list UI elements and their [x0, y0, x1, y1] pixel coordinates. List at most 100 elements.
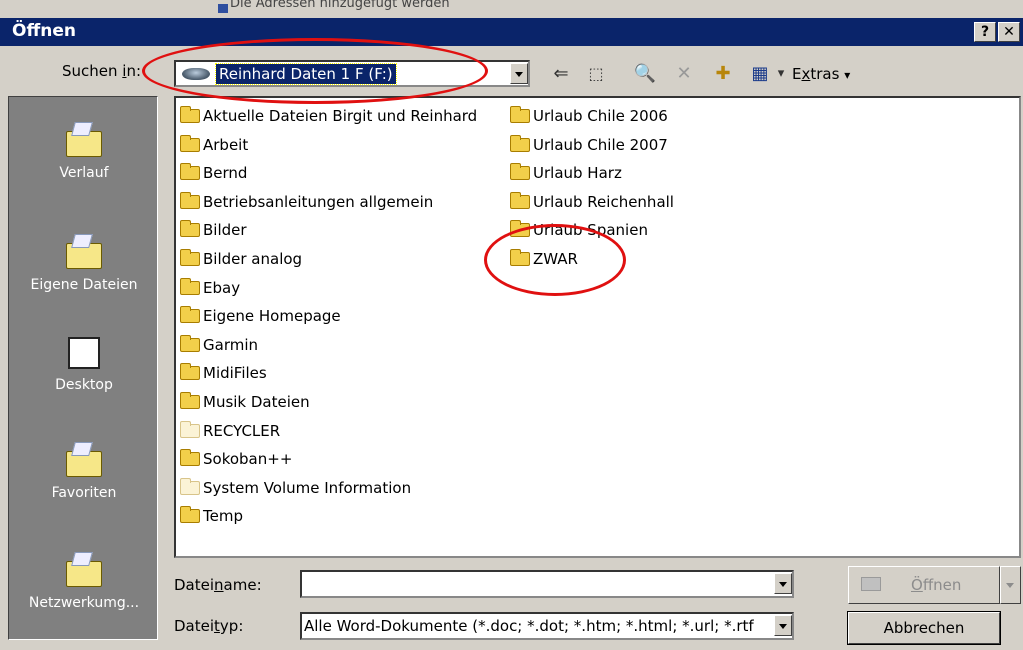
- folder-item[interactable]: Bilder: [180, 218, 247, 242]
- place-label: Desktop: [55, 377, 113, 393]
- folder-icon: [180, 191, 200, 209]
- folder-item[interactable]: Ebay: [180, 276, 240, 300]
- look-in-dropdown-button[interactable]: [510, 63, 528, 84]
- folder-item[interactable]: Temp: [180, 504, 243, 528]
- folder-item[interactable]: ZWAR: [510, 247, 578, 271]
- folder-icon: [510, 191, 530, 209]
- folder-icon: [180, 220, 200, 238]
- folder-item[interactable]: Urlaub Harz: [510, 161, 622, 185]
- folder-label: Urlaub Chile 2007: [533, 135, 668, 154]
- new-folder-icon[interactable]: ✚: [708, 60, 738, 88]
- folder-label: Sokoban++: [203, 450, 293, 469]
- up-one-level-icon[interactable]: ⬚: [582, 60, 610, 88]
- my-documents-icon: [64, 235, 104, 271]
- folder-item[interactable]: Sokoban++: [180, 447, 292, 471]
- views-icon[interactable]: ▦: [748, 60, 772, 88]
- folder-icon: [180, 420, 200, 438]
- place-my-documents[interactable]: Eigene Dateien: [9, 235, 159, 293]
- place-favorites[interactable]: Favoriten: [9, 443, 159, 501]
- place-desktop[interactable]: Desktop: [9, 335, 159, 393]
- back-icon[interactable]: ⇐: [546, 60, 576, 88]
- file-name-dropdown-button[interactable]: [774, 573, 792, 594]
- search-web-icon[interactable]: 🔍: [630, 60, 660, 88]
- file-type-dropdown[interactable]: Alle Word-Dokumente (*.doc; *.dot; *.htm…: [300, 612, 794, 640]
- place-network[interactable]: Netzwerkumg...: [9, 553, 159, 611]
- folder-item[interactable]: Urlaub Chile 2006: [510, 104, 668, 128]
- folder-label: Bilder analog: [203, 250, 303, 268]
- file-type-value: Alle Word-Dokumente (*.doc; *.dot; *.htm…: [304, 617, 754, 635]
- folder-item[interactable]: RECYCLER: [180, 419, 280, 443]
- folder-icon: [180, 134, 200, 152]
- folder-label: Bilder: [203, 221, 247, 240]
- folder-icon: [180, 277, 200, 295]
- file-name-label: Dateiname:: [174, 576, 262, 594]
- folder-label: Bernd: [203, 164, 248, 183]
- folder-item[interactable]: Urlaub Chile 2007: [510, 133, 668, 157]
- folder-item[interactable]: Urlaub Spanien: [510, 218, 648, 242]
- folder-item[interactable]: Betriebsanleitungen allgemein: [180, 190, 433, 214]
- folder-label: RECYCLER: [203, 421, 281, 440]
- folder-label: Eigene Homepage: [203, 307, 341, 326]
- folder-item[interactable]: Urlaub Reichenhall: [510, 190, 674, 214]
- folder-label: ZWAR: [533, 250, 578, 268]
- delete-icon[interactable]: ✕: [670, 60, 698, 88]
- open-dropdown-button[interactable]: [1000, 566, 1021, 604]
- folder-icon: [180, 334, 200, 352]
- background-window-strip: Die Adressen hinzugefügt werden: [0, 0, 1023, 18]
- views-dropdown-arrow-icon[interactable]: ▾: [774, 60, 788, 88]
- folder-icon: [180, 163, 200, 181]
- folder-item[interactable]: Bernd: [180, 161, 247, 185]
- folder-label: Garmin: [203, 335, 259, 354]
- folder-label: Urlaub Harz: [533, 164, 622, 183]
- folder-item[interactable]: MidiFiles: [180, 361, 267, 385]
- folder-item[interactable]: Garmin: [180, 333, 258, 357]
- look-in-dropdown[interactable]: Reinhard Daten 1 F (F:): [174, 60, 530, 87]
- help-button[interactable]: ?: [974, 22, 996, 42]
- folder-icon: [180, 449, 200, 467]
- folder-icon: [510, 220, 530, 238]
- folder-label: Aktuelle Dateien Birgit und Reinhard: [203, 107, 478, 125]
- place-label: Favoriten: [51, 485, 117, 501]
- look-in-value: Reinhard Daten 1 F (F:): [215, 63, 397, 85]
- folder-icon: [180, 306, 200, 324]
- folder-item[interactable]: Aktuelle Dateien Birgit und Reinhard: [180, 104, 477, 128]
- background-window-text: Die Adressen hinzugefügt werden: [230, 0, 450, 11]
- folder-icon: [180, 249, 200, 266]
- place-label: Verlauf: [59, 165, 109, 181]
- favorites-icon: [64, 443, 104, 479]
- folder-item[interactable]: Arbeit: [180, 133, 248, 157]
- folder-icon: [510, 249, 530, 266]
- history-icon: [64, 123, 104, 159]
- place-history[interactable]: Verlauf: [9, 123, 159, 181]
- dialog-title-bar[interactable]: Öffnen ? ✕: [0, 18, 1023, 46]
- folder-label: Musik Dateien: [203, 393, 310, 411]
- file-type-dropdown-button[interactable]: [774, 615, 792, 636]
- folder-label: Urlaub Chile 2006: [533, 107, 668, 125]
- file-list[interactable]: Aktuelle Dateien Birgit und Reinhard Arbe…: [174, 96, 1021, 558]
- close-button[interactable]: ✕: [998, 22, 1020, 42]
- places-bar: Verlauf Eigene Dateien Desktop Favoriten…: [8, 96, 158, 640]
- folder-label: Ebay: [203, 278, 241, 297]
- desktop-icon: [64, 335, 104, 371]
- folder-label: Betriebsanleitungen allgemein: [203, 192, 434, 211]
- open-button[interactable]: Öffnen: [848, 566, 1000, 604]
- folder-item[interactable]: System Volume Information: [180, 476, 411, 500]
- folder-label: Arbeit: [203, 135, 249, 154]
- folder-icon: [180, 506, 200, 524]
- cancel-button[interactable]: Abbrechen: [847, 611, 1001, 645]
- network-icon: [64, 553, 104, 589]
- open-folder-icon: [861, 577, 881, 591]
- folder-item[interactable]: Bilder analog: [180, 247, 302, 271]
- folder-label: System Volume Information: [203, 478, 412, 497]
- file-type-label: Dateityp:: [174, 617, 244, 635]
- look-in-label: Suchen in:: [62, 62, 142, 80]
- place-label: Netzwerkumg...: [28, 595, 140, 611]
- tools-menu-button[interactable]: Extras ▾: [792, 60, 892, 88]
- folder-icon: [180, 363, 200, 381]
- file-name-input[interactable]: [300, 570, 794, 598]
- background-window-icon: [218, 4, 228, 13]
- folder-item[interactable]: Musik Dateien: [180, 390, 310, 414]
- folder-label: Urlaub Reichenhall: [533, 192, 674, 211]
- folder-icon: [180, 392, 200, 409]
- folder-item[interactable]: Eigene Homepage: [180, 304, 341, 328]
